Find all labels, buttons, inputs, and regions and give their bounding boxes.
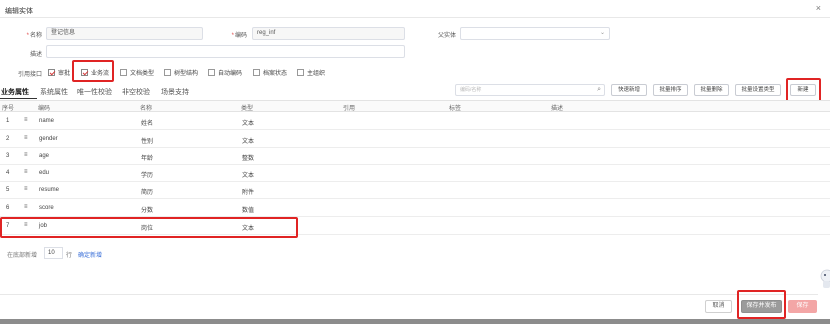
header-type: 类型 [241, 106, 254, 112]
drag-handle-icon[interactable]: ≡ [24, 117, 29, 123]
drag-handle-icon[interactable]: ≡ [24, 135, 29, 141]
checkbox[interactable] [297, 68, 304, 76]
table-row[interactable]: 5 ≡ resume 简历 附件 [0, 182, 830, 199]
table-row[interactable]: 6 ≡ score 分数 数值 [0, 200, 830, 217]
check-business-flow[interactable]: 业务流 [81, 68, 109, 77]
check-main-org[interactable]: 主组织 [297, 68, 325, 77]
parent-entity-select[interactable]: ⌄ [460, 27, 610, 40]
header-tag: 标签 [449, 106, 462, 112]
check-tree-structure[interactable]: 树型结构 [164, 68, 198, 77]
new-button[interactable]: 新建 [790, 84, 816, 96]
drag-handle-icon[interactable]: ≡ [24, 204, 29, 210]
drag-handle-icon[interactable]: ≡ [24, 152, 29, 158]
drag-handle-icon[interactable]: ≡ [24, 186, 29, 192]
checkbox[interactable] [164, 68, 171, 76]
batch-sort-button[interactable]: 批量排序 [653, 84, 688, 96]
cancel-button[interactable]: 取消 [705, 300, 732, 313]
table-row[interactable]: 2 ≡ gender 性别 文本 [0, 131, 830, 148]
dialog-title: 编辑实体 [5, 8, 33, 15]
tab-system-attrs[interactable]: 系统属性 [40, 87, 68, 97]
bottom-scrollbar[interactable] [0, 319, 830, 324]
checkbox[interactable] [208, 68, 215, 76]
code-input[interactable]: reg_inf [252, 27, 405, 40]
ref-interface-label: 引用接口 [17, 72, 42, 78]
tab-scene-support[interactable]: 场景支持 [161, 87, 189, 97]
table-row[interactable]: 7 ≡ job 岗位 文本 [0, 218, 830, 235]
header-desc: 描述 [551, 106, 564, 112]
confirm-add-link[interactable]: 确定新增 [78, 250, 102, 259]
active-tab-underline [0, 98, 37, 99]
parent-entity-label: 父实体 [437, 33, 456, 39]
check-document-type[interactable]: 文档类型 [120, 68, 154, 77]
add-rows-prefix: 在底部新增 [7, 253, 38, 259]
save-and-publish-button[interactable]: 保存并发布 [741, 300, 782, 313]
name-input[interactable]: 登记信息 [46, 27, 203, 40]
drag-handle-icon[interactable]: ≡ [24, 222, 29, 228]
assistant-robot-icon[interactable] [818, 264, 830, 294]
check-approval[interactable]: 审批 [48, 68, 70, 77]
add-rows-suffix: 行 [66, 253, 73, 259]
checkbox[interactable] [48, 68, 55, 76]
tab-not-null-check[interactable]: 非空校验 [122, 87, 150, 97]
table-header: 序号 编码 名称 类型 引用 标签 描述 [0, 100, 830, 112]
quick-add-button[interactable]: 快速新增 [611, 84, 647, 96]
save-button[interactable]: 保存 [788, 300, 817, 313]
checkbox[interactable] [120, 68, 127, 76]
footer-divider [0, 294, 818, 295]
tab-unique-check[interactable]: 唯一性校验 [77, 87, 112, 97]
batch-delete-button[interactable]: 批量删除 [694, 84, 729, 96]
add-rows-count-input[interactable]: 10 [44, 247, 63, 259]
name-label: *名称 [26, 33, 42, 39]
chevron-down-icon: ⌄ [599, 30, 605, 36]
title-divider [0, 17, 830, 18]
close-icon[interactable]: × [816, 4, 821, 13]
checkbox[interactable] [253, 68, 260, 76]
header-name: 名称 [140, 106, 153, 112]
edit-entity-dialog: 编辑实体 × *名称 登记信息 *编码 reg_inf 父实体 ⌄ 描述 引用接… [0, 0, 830, 324]
code-label: *编码 [231, 33, 247, 39]
check-archive-status[interactable]: 档案状态 [253, 68, 287, 77]
search-icon[interactable]: ⌕ [597, 85, 601, 95]
header-no: 序号 [2, 106, 15, 112]
description-input[interactable] [46, 45, 405, 58]
table-row[interactable]: 4 ≡ edu 学历 文本 [0, 165, 830, 182]
check-auto-code[interactable]: 自动编码 [208, 68, 242, 77]
checkbox[interactable] [81, 68, 88, 76]
header-ref: 引用 [343, 106, 356, 112]
tab-business-attrs[interactable]: 业务属性 [1, 87, 29, 97]
table-row[interactable]: 1 ≡ name 姓名 文本 [0, 113, 830, 130]
description-label: 描述 [29, 52, 42, 58]
table-row[interactable]: 3 ≡ age 年龄 整数 [0, 148, 830, 165]
drag-handle-icon[interactable]: ≡ [24, 169, 29, 175]
batch-set-type-button[interactable]: 批量设置类型 [735, 84, 781, 96]
search-input[interactable]: 编码/名称 ⌕ [455, 84, 605, 96]
header-code: 编码 [38, 106, 51, 112]
